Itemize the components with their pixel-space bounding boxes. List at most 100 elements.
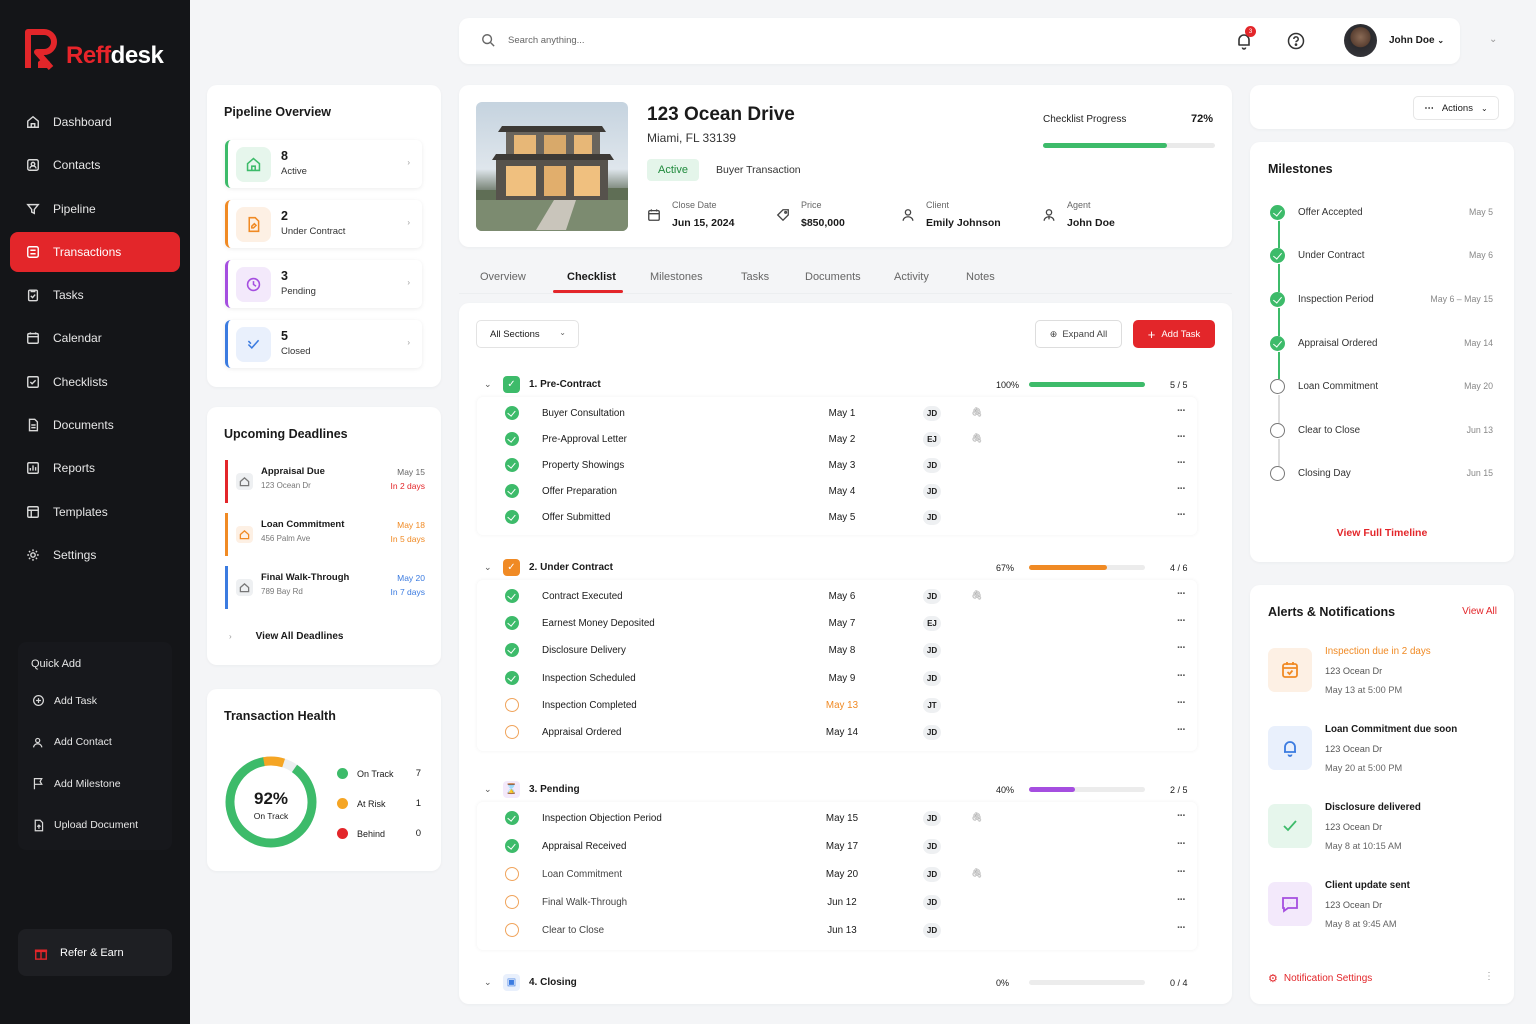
tab-milestones[interactable]: Milestones xyxy=(650,271,703,283)
assignee-initials[interactable]: EJ xyxy=(923,616,941,632)
more-icon[interactable]: ··· xyxy=(1177,724,1186,736)
chevron-down-icon[interactable]: ⌄ xyxy=(484,562,492,573)
tab-activity[interactable]: Activity xyxy=(894,271,929,283)
assignee-initials[interactable]: JD xyxy=(923,589,941,604)
sidebar-item-pipeline[interactable]: Pipeline xyxy=(10,189,180,229)
pipeline-item-pending[interactable]: 3 Pending › xyxy=(225,260,422,308)
checklist-row[interactable]: Inspection Completed May 13 JT ··· xyxy=(477,693,1197,719)
section-header[interactable]: ⌄ ⌛ 3. Pending 40% 2 / 5 xyxy=(476,780,1214,804)
sidebar-item-reports[interactable]: Reports xyxy=(10,448,180,488)
section-filter-dropdown[interactable]: All Sections ⌄ xyxy=(476,320,579,348)
checked-icon[interactable] xyxy=(505,643,519,658)
checklist-row[interactable]: Inspection Scheduled May 9 JD ··· xyxy=(477,666,1197,692)
more-icon[interactable]: ··· xyxy=(1177,405,1186,417)
help-button[interactable] xyxy=(1287,32,1305,53)
deadline-item[interactable]: Appraisal Due 123 Ocean Dr May 15 In 2 days xyxy=(225,460,425,503)
deadline-item[interactable]: Loan Commitment 456 Palm Ave May 18 In 5 da… xyxy=(225,513,425,556)
quick-add-upload-document[interactable]: Upload Document xyxy=(18,805,172,847)
milestone-item[interactable]: Appraisal Ordered May 14 xyxy=(1270,333,1493,353)
more-icon[interactable]: ··· xyxy=(1177,810,1186,822)
more-icon[interactable]: ··· xyxy=(1177,670,1186,682)
quick-add-add-task[interactable]: Add Task xyxy=(18,680,172,722)
actions-button[interactable]: ⋯ Actions ⌄ xyxy=(1413,96,1499,120)
sidebar-item-checklists[interactable]: Checklists xyxy=(10,362,180,402)
pipeline-item-closed[interactable]: 5 Closed › xyxy=(225,320,422,368)
more-icon[interactable]: ··· xyxy=(1177,866,1186,878)
notifications-button[interactable]: 3 xyxy=(1235,26,1256,53)
collapse-chevron-icon[interactable]: ⌄ xyxy=(1489,34,1497,45)
checked-icon[interactable] xyxy=(505,839,519,853)
unchecked-icon[interactable] xyxy=(505,725,519,739)
assignee-initials[interactable]: JT xyxy=(923,697,941,713)
assignee-initials[interactable]: JD xyxy=(923,643,941,659)
assignee-initials[interactable]: JD xyxy=(923,510,941,525)
more-icon[interactable]: ··· xyxy=(1177,431,1186,443)
checked-icon[interactable] xyxy=(505,811,519,825)
assignee-initials[interactable]: JD xyxy=(923,670,941,686)
checklist-row[interactable]: Earnest Money Deposited May 7 EJ ··· xyxy=(477,611,1197,637)
assignee-initials[interactable]: JD xyxy=(923,839,941,854)
quick-add-add-contact[interactable]: Add Contact xyxy=(18,722,172,764)
view-all-deadlines-link[interactable]: › View All Deadlines xyxy=(229,631,343,642)
checked-icon[interactable] xyxy=(505,406,519,420)
deadline-item[interactable]: Final Walk-Through 789 Bay Rd May 20 In 7 d… xyxy=(225,566,425,609)
unchecked-icon[interactable] xyxy=(505,867,519,881)
sidebar-item-transactions[interactable]: Transactions xyxy=(10,231,180,272)
section-header[interactable]: ⌄ ▣ 4. Closing 0% 0 / 4 xyxy=(476,973,1214,997)
attachment-icon[interactable]: 🖇 xyxy=(971,868,982,879)
milestone-item[interactable]: Clear to Close Jun 13 xyxy=(1270,420,1493,440)
checked-icon[interactable] xyxy=(505,458,519,472)
assignee-initials[interactable]: JD xyxy=(923,458,941,473)
checklist-row[interactable]: Final Walk-Through Jun 12 JD ··· xyxy=(477,890,1197,916)
sidebar-item-dashboard[interactable]: Dashboard xyxy=(10,102,180,142)
unchecked-icon[interactable] xyxy=(505,923,519,937)
assignee-initials[interactable]: JD xyxy=(923,867,941,882)
more-icon[interactable]: ··· xyxy=(1177,838,1186,850)
checklist-row[interactable]: Disclosure Delivery May 8 JD ··· xyxy=(477,638,1197,664)
checked-icon[interactable] xyxy=(505,484,519,498)
chevron-down-icon[interactable]: ⌄ xyxy=(484,379,492,390)
checklist-row[interactable]: Offer Preparation May 4 JD ··· xyxy=(477,479,1197,505)
checklist-row[interactable]: Appraisal Received May 17 JD ··· xyxy=(477,834,1197,860)
more-icon[interactable]: ··· xyxy=(1177,588,1186,600)
pipeline-item-active[interactable]: 8 Active › xyxy=(225,140,422,188)
more-icon[interactable]: ··· xyxy=(1177,483,1186,495)
attachment-icon[interactable]: 🖇 xyxy=(971,590,982,601)
more-icon[interactable]: ··· xyxy=(1177,922,1186,934)
assignee-initials[interactable]: JD xyxy=(923,406,941,421)
more-icon[interactable]: ··· xyxy=(1177,615,1186,627)
sidebar-item-templates[interactable]: Templates xyxy=(10,492,180,532)
checked-icon[interactable] xyxy=(505,432,519,446)
alerts-view-all-link[interactable]: View All xyxy=(1462,606,1497,617)
checked-icon[interactable] xyxy=(505,510,519,524)
add-task-button[interactable]: + Add Task xyxy=(1133,320,1215,348)
attachment-icon[interactable]: 🖇 xyxy=(971,433,982,444)
assignee-initials[interactable]: EJ xyxy=(923,432,941,447)
checklist-row[interactable]: Loan Commitment May 20 JD 🖇 ··· xyxy=(477,862,1197,888)
tab-checklist[interactable]: Checklist xyxy=(567,271,616,283)
checklist-row[interactable]: Inspection Objection Period May 15 JD 🖇 ··· xyxy=(477,806,1197,832)
section-header[interactable]: ⌄ ✓ 2. Under Contract 67% 4 / 6 xyxy=(476,558,1214,582)
sidebar-item-settings[interactable]: Settings xyxy=(10,535,180,575)
section-header[interactable]: ⌄ ✓ 1. Pre-Contract 100% 5 / 5 xyxy=(476,375,1214,399)
expand-all-button[interactable]: ⊕ Expand All xyxy=(1035,320,1122,348)
milestone-item[interactable]: Under Contract May 6 xyxy=(1270,245,1493,265)
attachment-icon[interactable]: 🖇 xyxy=(971,812,982,823)
assignee-initials[interactable]: JD xyxy=(923,811,941,826)
sidebar-item-calendar[interactable]: Calendar xyxy=(10,318,180,358)
sidebar-item-tasks[interactable]: Tasks xyxy=(10,275,180,315)
milestone-item[interactable]: Closing Day Jun 15 xyxy=(1270,463,1493,483)
sidebar-item-contacts[interactable]: Contacts xyxy=(10,145,180,185)
logo[interactable]: Reffdesk xyxy=(24,28,164,70)
tab-documents[interactable]: Documents xyxy=(805,271,861,283)
more-icon[interactable]: ··· xyxy=(1177,642,1186,654)
quick-add-add-milestone[interactable]: Add Milestone xyxy=(18,763,172,805)
chevron-down-icon[interactable]: ⌄ xyxy=(484,977,492,988)
unchecked-icon[interactable] xyxy=(505,697,519,712)
user-menu[interactable]: John Doe ⌄ xyxy=(1389,35,1444,46)
more-vertical-icon[interactable]: ⋮ xyxy=(1484,971,1494,982)
checked-icon[interactable] xyxy=(505,616,519,631)
checklist-row[interactable]: Buyer Consultation May 1 JD 🖇 ··· xyxy=(477,401,1197,427)
checklist-row[interactable]: Offer Submitted May 5 JD ··· xyxy=(477,505,1197,531)
view-full-timeline-link[interactable]: View Full Timeline xyxy=(1250,527,1514,539)
